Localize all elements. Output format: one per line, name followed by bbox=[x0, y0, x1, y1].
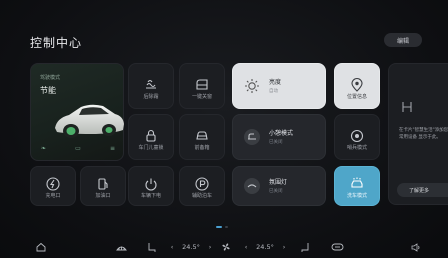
child-lock-icon bbox=[146, 129, 156, 142]
parking-assist-tile[interactable]: 辅助泊车 bbox=[179, 166, 225, 206]
page-dot-active[interactable] bbox=[216, 226, 222, 228]
rear-defrost-label: 后除霜 bbox=[143, 94, 159, 100]
learn-more-button[interactable]: 了解更多 bbox=[397, 183, 448, 197]
left-temp-increase[interactable]: › bbox=[206, 240, 214, 254]
ambient-light-title: 氛围灯 bbox=[269, 179, 288, 186]
bottom-dock: ‹ 24.5° › ‹ 24.5° › bbox=[0, 236, 448, 258]
child-lock-tile[interactable]: 车门儿童锁 bbox=[128, 114, 174, 160]
brightness-status: 自动 bbox=[269, 89, 278, 94]
charge-port-tile[interactable]: 充电口 bbox=[30, 166, 76, 206]
ambient-light-icon bbox=[244, 178, 260, 194]
front-defrost-icon[interactable] bbox=[113, 240, 129, 254]
nap-mode-title: 小憩模式 bbox=[269, 130, 294, 137]
ambient-light-status: 已关闭 bbox=[269, 189, 283, 194]
drive-mode-card[interactable]: 驾驶模式 节能 ❧ ▭ ≡ bbox=[30, 63, 124, 161]
fan-icon[interactable] bbox=[219, 240, 233, 254]
smart-life-panel[interactable]: 在卡片"智慧生活"添加您的常用设备 显示于此。 了解更多 bbox=[388, 63, 448, 205]
close-windows-tile[interactable]: 一键关窗 bbox=[179, 63, 225, 109]
brightness-title: 亮度 bbox=[269, 79, 282, 86]
control-center-screen: 控制中心 编辑 驾驶模式 节能 ❧ ▭ ≡ 后除霜 一键关窗 亮度 自动 位置信… bbox=[0, 0, 448, 258]
power-off-label: 车辆下电 bbox=[140, 193, 161, 199]
sentry-eye-icon bbox=[350, 129, 364, 143]
page-dot[interactable] bbox=[225, 226, 228, 228]
right-temperature: 24.5° bbox=[256, 243, 274, 251]
drive-mode-icons: ❧ ▭ ≡ bbox=[41, 145, 115, 152]
car-image bbox=[55, 104, 124, 138]
right-temp-increase[interactable]: › bbox=[280, 240, 288, 254]
brightness-card[interactable]: 亮度 自动 bbox=[232, 63, 326, 109]
fuel-port-tile[interactable]: 加油口 bbox=[80, 166, 126, 206]
edit-button[interactable]: 编辑 bbox=[384, 33, 422, 47]
driver-seat-icon[interactable] bbox=[144, 240, 158, 254]
page-indicator bbox=[216, 226, 228, 228]
power-icon bbox=[145, 178, 157, 191]
rear-defrost-icon[interactable] bbox=[328, 240, 346, 254]
defrost-icon bbox=[146, 79, 156, 89]
rear-defrost-tile[interactable]: 后除霜 bbox=[128, 63, 174, 109]
drive-mode-value: 节能 bbox=[40, 86, 56, 95]
car-wash-label: 洗车模式 bbox=[346, 193, 367, 199]
fuel-port-label: 加油口 bbox=[95, 193, 111, 199]
power-off-tile[interactable]: 车辆下电 bbox=[128, 166, 174, 206]
car-icon[interactable]: ▭ bbox=[75, 145, 81, 152]
smart-life-description: 在卡片"智慧生活"添加您的常用设备 显示于此。 bbox=[399, 128, 448, 140]
left-temperature: 24.5° bbox=[182, 243, 200, 251]
home-icon[interactable] bbox=[33, 240, 49, 254]
right-temp-decrease[interactable]: ‹ bbox=[242, 240, 250, 254]
car-wash-icon bbox=[351, 177, 363, 188]
volume-icon[interactable] bbox=[408, 240, 424, 254]
car-wash-tile[interactable]: 洗车模式 bbox=[334, 166, 380, 206]
front-trunk-tile[interactable]: 前备箱 bbox=[179, 114, 225, 160]
passenger-seat-icon[interactable] bbox=[298, 240, 312, 254]
close-windows-label: 一键关窗 bbox=[191, 94, 212, 100]
front-trunk-label: 前备箱 bbox=[194, 145, 210, 151]
fuel-pump-icon bbox=[98, 178, 108, 190]
pedal-icon[interactable]: ≡ bbox=[110, 145, 115, 152]
seat-recline-icon bbox=[244, 129, 260, 145]
location-tile[interactable]: 位置信息 bbox=[334, 63, 380, 109]
sentry-mode-tile[interactable]: 哨兵模式 bbox=[334, 114, 380, 160]
sun-icon bbox=[245, 79, 259, 93]
page-title: 控制中心 bbox=[30, 36, 83, 50]
sentry-mode-label: 哨兵模式 bbox=[346, 145, 367, 151]
window-icon bbox=[196, 79, 208, 90]
trunk-icon bbox=[196, 131, 208, 140]
charge-port-label: 充电口 bbox=[45, 193, 61, 199]
parking-icon bbox=[195, 177, 209, 191]
left-temp-decrease[interactable]: ‹ bbox=[168, 240, 176, 254]
nap-mode-status: 已关闭 bbox=[269, 140, 283, 145]
drive-mode-label: 驾驶模式 bbox=[40, 75, 61, 81]
charge-port-icon bbox=[46, 177, 60, 191]
location-pin-icon bbox=[351, 78, 363, 92]
parking-assist-label: 辅助泊车 bbox=[191, 193, 212, 199]
child-lock-label: 车门儿童锁 bbox=[138, 145, 164, 151]
smart-life-icon bbox=[402, 102, 412, 112]
leaf-icon[interactable]: ❧ bbox=[41, 145, 46, 152]
nap-mode-card[interactable]: 小憩模式 已关闭 bbox=[232, 114, 326, 160]
location-label: 位置信息 bbox=[346, 94, 367, 100]
ambient-light-card[interactable]: 氛围灯 已关闭 bbox=[232, 166, 326, 206]
